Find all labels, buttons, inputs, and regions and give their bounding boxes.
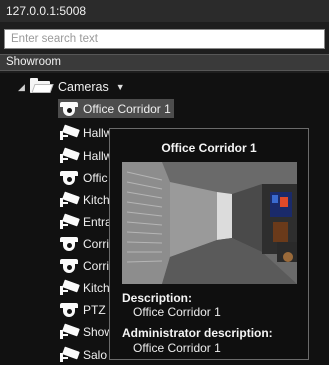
expander-icon[interactable]: ◢ [18,82,28,93]
tree-folder-cameras[interactable]: ◢ Cameras ▼ [18,78,125,96]
bullet-camera-icon [58,346,80,363]
camera-item[interactable]: Hallw [58,123,112,142]
camera-item[interactable]: Entra [58,212,112,231]
folder-open-icon [30,78,54,94]
bullet-camera-icon [58,213,80,230]
camera-label: Offic [83,170,108,185]
tooltip-title: Office Corridor 1 [161,141,257,155]
folder-label: Cameras [58,80,109,94]
camera-label: Kitch [83,192,110,207]
camera-item[interactable]: Show [58,322,113,341]
description-value: Office Corridor 1 [133,305,221,319]
camera-label: Hallw [83,125,113,140]
window-title: 127.0.0.1:5008 [0,0,329,22]
bullet-camera-icon [58,323,80,340]
search-input[interactable] [4,29,325,49]
bullet-camera-icon [58,147,80,164]
dome-camera-icon [58,258,80,274]
bullet-camera-icon [58,279,80,296]
camera-label: Office Corridor 1 [83,101,171,116]
dome-camera-icon [58,170,80,186]
bullet-camera-icon [58,124,80,141]
dome-camera-icon [58,302,80,318]
bullet-camera-icon [58,191,80,208]
admin-description-value: Office Corridor 1 [133,341,221,355]
camera-label: Entra [83,214,112,229]
camera-label: Kitch [83,280,110,295]
dome-camera-icon [58,236,80,252]
camera-item[interactable]: Kitch [58,278,110,297]
camera-item[interactable]: Corri [58,256,109,275]
camera-item[interactable]: Hallw [58,146,112,165]
dome-camera-icon [58,101,80,117]
camera-item[interactable]: Salo [58,345,107,364]
dropdown-arrow-icon[interactable]: ▼ [116,82,125,92]
camera-preview-image [122,162,297,284]
camera-label: PTZ [83,302,106,317]
camera-item[interactable]: Corri [58,234,109,253]
site-header[interactable]: Showroom [0,54,329,71]
camera-label: Salo [83,347,108,362]
admin-description-label: Administrator description: [122,326,273,340]
camera-tooltip: Office Corridor 1 Description: Office Co… [109,128,309,360]
camera-label: Hallw [83,148,113,163]
description-label: Description: [122,291,193,305]
camera-item[interactable]: Offic [58,168,107,187]
camera-label: Corri [83,258,109,273]
camera-item[interactable]: Kitch [58,190,110,209]
camera-item[interactable]: PTZ [58,300,106,319]
camera-label: Corri [83,236,109,251]
camera-item[interactable]: Office Corridor 1 [58,99,174,118]
